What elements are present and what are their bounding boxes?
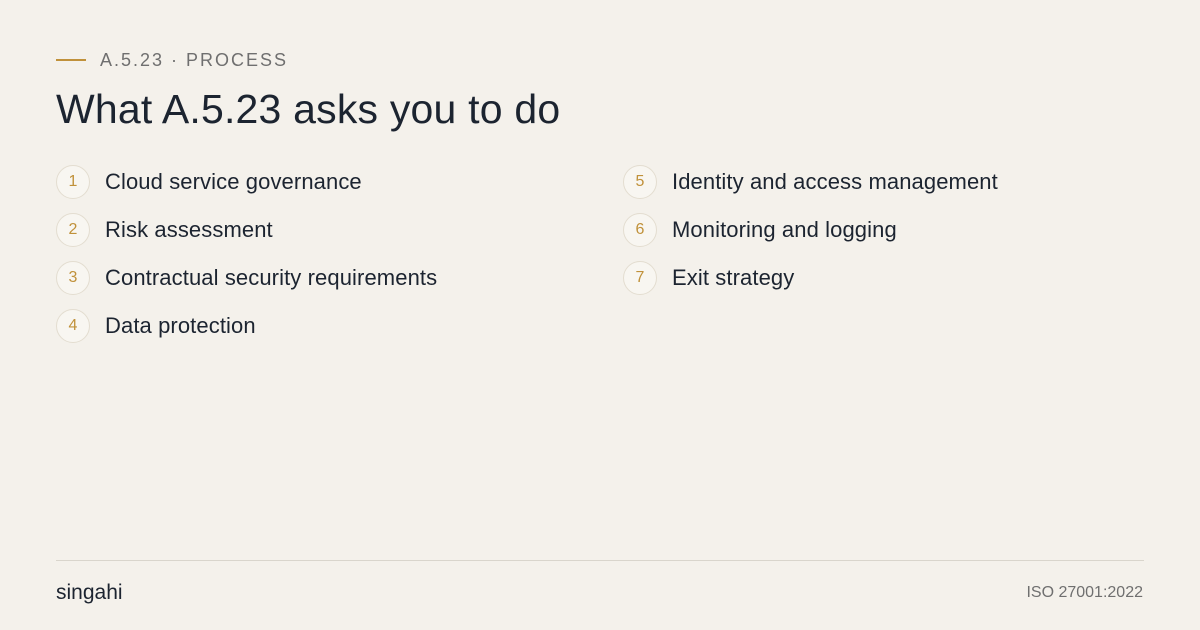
step-number-badge: 2 xyxy=(56,213,90,247)
step-number-badge: 1 xyxy=(56,165,90,199)
steps-list: 1 Cloud service governance 2 Risk assess… xyxy=(56,165,1156,365)
step-item: 6 Monitoring and logging xyxy=(623,213,998,247)
step-item: 2 Risk assessment xyxy=(56,213,437,247)
step-number-badge: 3 xyxy=(56,261,90,295)
step-item: 1 Cloud service governance xyxy=(56,165,437,199)
step-item: 3 Contractual security requirements xyxy=(56,261,437,295)
step-label: Risk assessment xyxy=(105,217,273,242)
step-number-badge: 7 xyxy=(623,261,657,295)
step-label: Contractual security requirements xyxy=(105,265,438,290)
step-item: 5 Identity and access management xyxy=(623,165,998,199)
step-number-badge: 6 xyxy=(623,213,657,247)
eyebrow-label: A.5.23 · PROCESS xyxy=(100,50,289,70)
eyebrow: A.5.23 · PROCESS xyxy=(56,49,288,71)
eyebrow-accent-rule xyxy=(56,59,86,61)
step-label: Cloud service governance xyxy=(105,169,362,194)
step-item: 4 Data protection xyxy=(56,309,437,343)
steps-column-right: 5 Identity and access management 6 Monit… xyxy=(623,165,998,309)
step-label: Identity and access management xyxy=(672,169,998,194)
brand-wordmark: singahi xyxy=(56,581,123,604)
page-title: What A.5.23 asks you to do xyxy=(56,86,561,132)
step-label: Monitoring and logging xyxy=(672,217,897,242)
standard-label: ISO 27001:2022 xyxy=(1026,584,1143,601)
steps-column-left: 1 Cloud service governance 2 Risk assess… xyxy=(56,165,437,357)
footer-divider xyxy=(56,560,1144,561)
step-number-badge: 4 xyxy=(56,309,90,343)
step-item: 7 Exit strategy xyxy=(623,261,998,295)
step-label: Exit strategy xyxy=(672,265,795,290)
step-label: Data protection xyxy=(105,313,256,338)
step-number-badge: 5 xyxy=(623,165,657,199)
